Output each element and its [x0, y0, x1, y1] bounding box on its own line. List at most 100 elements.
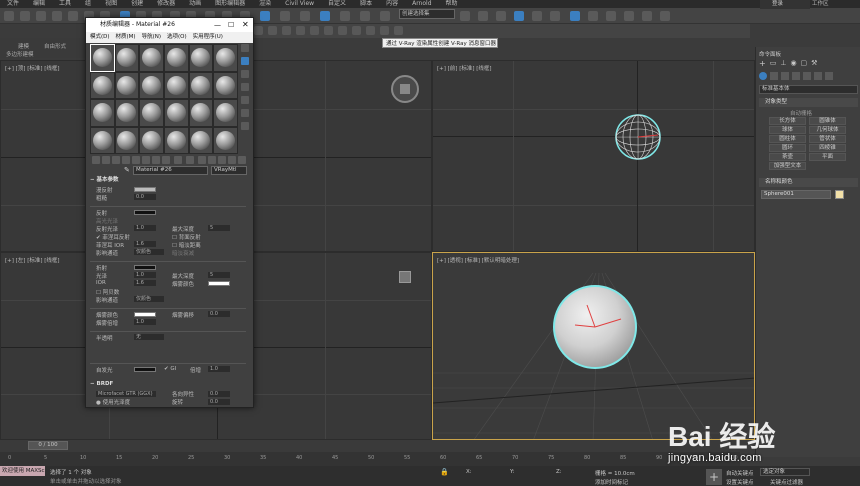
render-tool-icon[interactable]	[380, 26, 389, 35]
auto-key-button[interactable]: 自动关键点	[726, 469, 754, 477]
selection-set-dropdown[interactable]: 创建选择集	[399, 9, 455, 19]
menu-item[interactable]: 创建	[124, 0, 150, 8]
primitive-button[interactable]: 平面	[809, 153, 846, 161]
render-tool-icon[interactable]	[366, 26, 375, 35]
refr-gloss-field[interactable]: 1.0	[134, 272, 156, 278]
toolbar-tool-icon[interactable]	[478, 11, 488, 21]
primitive-button[interactable]: 长方体	[769, 117, 806, 125]
toolbar-tool-icon[interactable]	[570, 11, 580, 21]
helpers-icon[interactable]	[803, 72, 811, 80]
diffuse-swatch[interactable]	[134, 187, 156, 192]
refraction-swatch[interactable]	[134, 265, 156, 270]
minimize-icon[interactable]: —	[214, 21, 221, 29]
primitive-button[interactable]: 几何球体	[809, 126, 846, 134]
fresnel-ior-field[interactable]: 1.6	[134, 241, 156, 247]
sample-slot[interactable]	[91, 127, 114, 153]
object-name-field[interactable]: Sphere001	[761, 190, 831, 199]
sample-slot[interactable]	[164, 45, 188, 71]
toolbar-tool-icon[interactable]	[380, 11, 390, 21]
abbe-checkbox[interactable]: ☐ 阿贝数	[96, 288, 119, 296]
sample-slot[interactable]	[214, 100, 237, 126]
menu-item[interactable]: Arnold	[405, 0, 438, 8]
ior-field[interactable]: 1.6	[134, 280, 156, 286]
mat-tool-icon[interactable]	[186, 156, 194, 164]
translucency-select[interactable]: 无	[134, 334, 164, 340]
display-tab-icon[interactable]: ▢	[801, 59, 808, 69]
primitive-button[interactable]: 球体	[769, 126, 806, 134]
sphere-top-icon[interactable]	[391, 75, 419, 103]
toolbar-tool-icon[interactable]	[660, 11, 670, 21]
brdf-rollout[interactable]: − BRDF	[90, 380, 250, 389]
toolbar-tool-icon[interactable]	[360, 11, 370, 21]
fog-multiplier-field[interactable]: 1.0	[134, 319, 156, 325]
menu-item[interactable]: 图形编辑器	[208, 0, 252, 8]
menu-item[interactable]: 编辑	[26, 0, 52, 8]
render-tool-icon[interactable]	[310, 26, 319, 35]
sample-slot[interactable]	[115, 127, 139, 153]
fog-color2-swatch[interactable]	[134, 312, 156, 317]
sample-slot[interactable]	[164, 100, 188, 126]
menu-item[interactable]: 视图	[98, 0, 124, 8]
menu-item[interactable]: 组	[78, 0, 98, 8]
toolbar-tool-icon[interactable]	[550, 11, 560, 21]
modify-tab-icon[interactable]: ▭	[770, 59, 777, 69]
shapes-icon[interactable]	[770, 72, 778, 80]
mat-menu-item[interactable]: 选项(O)	[167, 32, 187, 43]
name-color-rollout[interactable]: 名称和颜色	[759, 178, 858, 187]
use-gloss-radio[interactable]: ● 使用光泽度	[96, 398, 130, 406]
sample-slot[interactable]	[115, 72, 139, 98]
mat-tool-icon[interactable]	[152, 156, 160, 164]
category-dropdown[interactable]: 标准基本体	[759, 85, 858, 94]
cameras-icon[interactable]	[792, 72, 800, 80]
fog-color-swatch[interactable]	[208, 281, 230, 286]
tab-freeform[interactable]: 自由形式	[44, 42, 66, 50]
sample-slot[interactable]	[189, 72, 213, 98]
toolbar-tool-icon[interactable]	[52, 11, 62, 21]
utilities-tab-icon[interactable]: ⚒	[811, 59, 817, 69]
mat-tool-icon[interactable]	[208, 156, 216, 164]
time-slider[interactable]: 0 / 100	[0, 440, 740, 452]
viewport-perspective[interactable]: [+] [透视] [标准] [默认明暗处理]	[432, 252, 755, 440]
maxscript-listener[interactable]: 欢迎使用 MAXSc	[0, 466, 45, 476]
signin-button[interactable]: 登录	[760, 0, 810, 9]
tab-poly-modeling[interactable]: 多边形建模	[6, 50, 34, 58]
menu-item[interactable]: 自定义	[321, 0, 353, 8]
maximize-icon[interactable]: ☐	[228, 21, 234, 29]
sample-slot[interactable]	[140, 127, 163, 153]
menu-item[interactable]: 修改器	[150, 0, 182, 8]
render-tool-icon[interactable]	[268, 26, 277, 35]
rotation-field[interactable]: 0.0	[208, 399, 230, 405]
toolbar-tool-icon[interactable]	[340, 11, 350, 21]
track-bar[interactable]: 0 5 10 15 20 25 30 35 40 45 50 55 60 65 70 75 80 85 90 95 10…	[0, 452, 740, 466]
fresnel-checkbox[interactable]: ✔ 菲涅耳反射	[96, 233, 130, 241]
viewport-left-label[interactable]: [+] [左] [标准] [线框]	[5, 256, 60, 264]
menu-item[interactable]: Civil View	[278, 0, 321, 8]
object-type-rollout[interactable]: 对象类型	[759, 98, 858, 107]
toolbar-tool-icon[interactable]	[280, 11, 290, 21]
reflection-swatch[interactable]	[134, 210, 156, 215]
create-tab-icon[interactable]: +	[759, 59, 766, 69]
toolbar-tool-icon[interactable]	[260, 11, 270, 21]
lights-icon[interactable]	[781, 72, 789, 80]
menu-item[interactable]: 帮助	[439, 0, 465, 8]
toolbar-tool-icon[interactable]	[496, 11, 506, 21]
viewport-front-label[interactable]: [+] [前] [标准] [线框]	[437, 64, 492, 72]
make-preview-icon[interactable]	[241, 109, 249, 117]
mat-tool-icon[interactable]	[112, 156, 120, 164]
affect-channels-select[interactable]: 仅颜色	[134, 249, 164, 255]
sphere-front-wireframe[interactable]	[614, 113, 662, 161]
primitive-button[interactable]: 管状体	[809, 135, 846, 143]
mat-tool-icon[interactable]	[142, 156, 150, 164]
primitive-button[interactable]: 加强型文本	[769, 162, 806, 170]
render-tool-icon[interactable]	[296, 26, 305, 35]
render-tool-icon[interactable]	[338, 26, 347, 35]
spacewarps-icon[interactable]	[814, 72, 822, 80]
mat-menu-item[interactable]: 实用程序(U)	[193, 32, 223, 43]
tab-modeling[interactable]: 建模	[18, 42, 29, 50]
sample-slot[interactable]	[164, 127, 188, 153]
sample-slot[interactable]	[140, 100, 163, 126]
sample-slot[interactable]	[214, 127, 237, 153]
eyedropper-icon[interactable]: ✎	[124, 166, 130, 174]
set-key-button[interactable]: 设置关键点	[726, 478, 754, 486]
toolbar-tool-icon[interactable]	[588, 11, 598, 21]
